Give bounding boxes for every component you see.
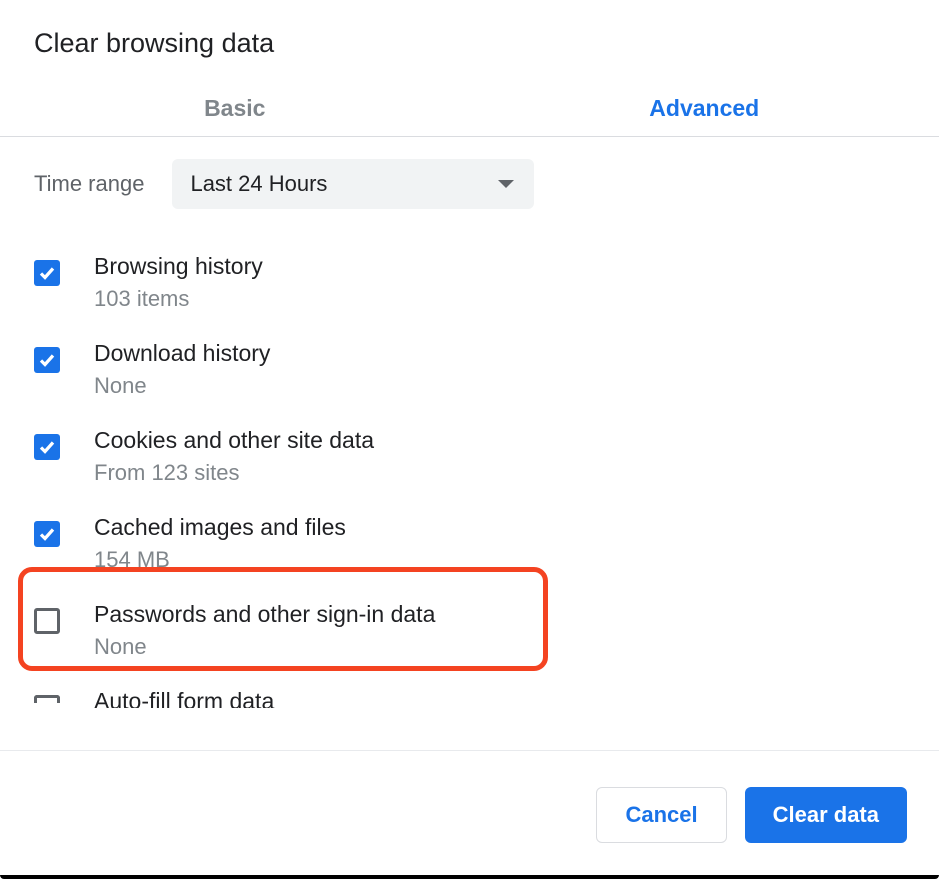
time-range-label: Time range [34, 171, 144, 197]
checkmark-icon [38, 264, 56, 282]
option-text: Auto-fill form data [94, 688, 274, 708]
option-text: Browsing history 103 items [94, 253, 263, 312]
option-cached: Cached images and files 154 MB [34, 500, 905, 587]
option-cookies: Cookies and other site data From 123 sit… [34, 413, 905, 500]
dialog-content: Time range Last 24 Hours Browsing histor… [0, 137, 939, 750]
tab-advanced[interactable]: Advanced [470, 83, 939, 136]
time-range-row: Time range Last 24 Hours [0, 137, 939, 209]
time-range-value: Last 24 Hours [190, 171, 327, 197]
option-text: Cached images and files 154 MB [94, 514, 346, 573]
cancel-button[interactable]: Cancel [596, 787, 726, 843]
option-subtitle: None [94, 373, 270, 399]
option-subtitle: 154 MB [94, 547, 346, 573]
option-text: Download history None [94, 340, 270, 399]
checkbox-browsing-history[interactable] [34, 260, 60, 286]
checkmark-icon [38, 525, 56, 543]
options-list: Browsing history 103 items Download hist… [0, 209, 939, 708]
checkbox-cookies[interactable] [34, 434, 60, 460]
option-title: Cookies and other site data [94, 427, 374, 454]
checkmark-icon [38, 438, 56, 456]
option-download-history: Download history None [34, 326, 905, 413]
clear-browsing-data-dialog: Clear browsing data Basic Advanced Time … [0, 0, 939, 879]
dialog-title: Clear browsing data [0, 0, 939, 83]
option-text: Cookies and other site data From 123 sit… [94, 427, 374, 486]
option-passwords: Passwords and other sign-in data None [34, 587, 905, 674]
option-text: Passwords and other sign-in data None [94, 601, 435, 660]
chevron-down-icon [498, 180, 514, 188]
checkbox-cached[interactable] [34, 521, 60, 547]
dialog-footer: Cancel Clear data [0, 750, 939, 879]
time-range-select[interactable]: Last 24 Hours [172, 159, 534, 209]
option-title: Auto-fill form data [94, 688, 274, 708]
checkbox-autofill[interactable] [34, 695, 60, 703]
bottom-shadow [0, 875, 939, 879]
option-title: Download history [94, 340, 270, 367]
option-title: Browsing history [94, 253, 263, 280]
checkbox-passwords[interactable] [34, 608, 60, 634]
option-autofill: Auto-fill form data [34, 674, 905, 708]
checkbox-download-history[interactable] [34, 347, 60, 373]
option-subtitle: 103 items [94, 286, 263, 312]
option-subtitle: None [94, 634, 435, 660]
tab-basic[interactable]: Basic [0, 83, 470, 136]
clear-data-button[interactable]: Clear data [745, 787, 907, 843]
option-browsing-history: Browsing history 103 items [34, 239, 905, 326]
option-subtitle: From 123 sites [94, 460, 374, 486]
checkmark-icon [38, 351, 56, 369]
option-title: Cached images and files [94, 514, 346, 541]
tabs: Basic Advanced [0, 83, 939, 137]
option-title: Passwords and other sign-in data [94, 601, 435, 628]
